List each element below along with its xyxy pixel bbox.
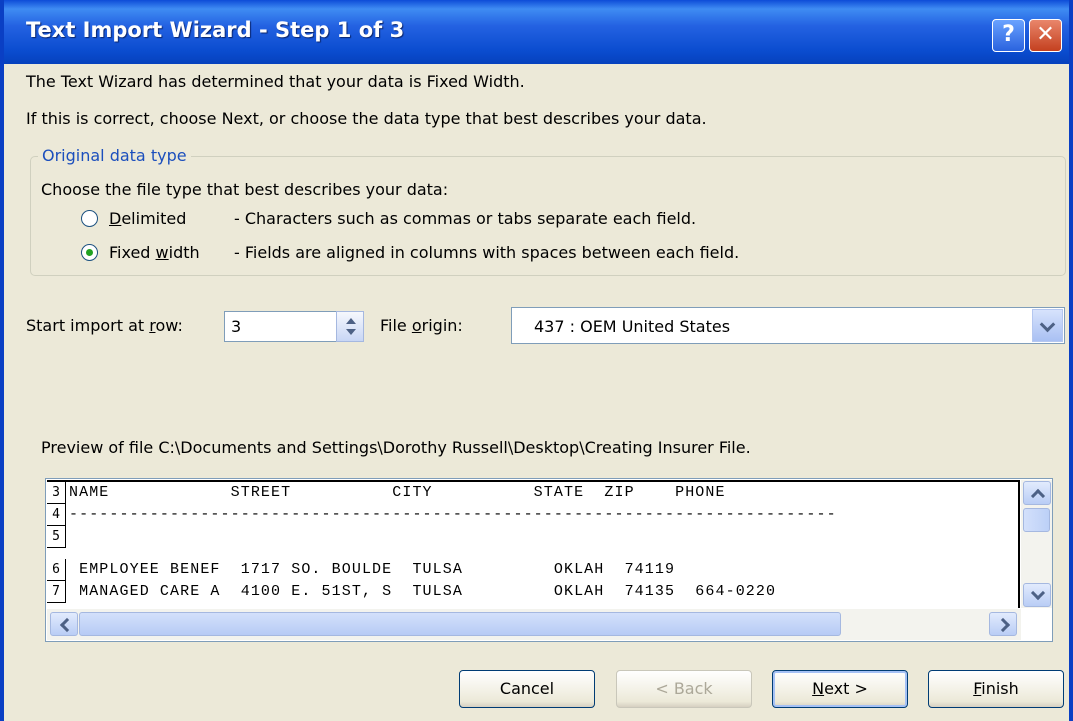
close-icon: ✕ <box>1036 22 1055 47</box>
start-import-row-label: Start import at row: <box>26 316 183 335</box>
preview-row: 6 EMPLOYEE BENEF 1717 SO. BOULDE TULSA O… <box>47 559 1018 581</box>
fixed-width-radio[interactable] <box>81 244 98 261</box>
data-preview-pane[interactable]: 3 NAME STREET CITY STATE ZIP PHONE 4 ---… <box>45 478 1053 642</box>
delimited-label[interactable]: Delimited <box>109 209 186 228</box>
back-button[interactable]: < Back <box>616 670 752 708</box>
scroll-right-button[interactable] <box>989 612 1017 636</box>
file-origin-select[interactable]: 437 : OEM United States <box>511 307 1065 344</box>
close-button[interactable]: ✕ <box>1029 19 1062 52</box>
file-origin-value: 437 : OEM United States <box>534 317 731 336</box>
horizontal-scroll-thumb[interactable] <box>79 612 841 636</box>
row-text: ----------------------------------------… <box>69 506 837 523</box>
start-import-row-input[interactable]: 3 <box>224 311 340 342</box>
file-type-prompt: Choose the file type that best describes… <box>41 180 449 199</box>
help-icon: ? <box>1002 22 1015 47</box>
delimited-radio[interactable] <box>81 210 98 227</box>
file-origin-label: File origin: <box>380 316 463 335</box>
preview-row: 3 NAME STREET CITY STATE ZIP PHONE <box>47 482 1018 504</box>
fixed-width-description: - Fields are aligned in columns with spa… <box>234 243 740 262</box>
row-text: MANAGED CARE A 4100 E. 51ST, S TULSA OKL… <box>69 583 777 600</box>
preview-horizontal-scrollbar[interactable] <box>47 609 1021 640</box>
scroll-up-button[interactable] <box>1023 481 1051 505</box>
spin-up-icon[interactable] <box>346 318 356 324</box>
row-number: 7 <box>47 581 66 603</box>
delimited-description: - Characters such as commas or tabs sepa… <box>234 209 697 228</box>
chevron-right-icon <box>995 617 1011 633</box>
row-number: 4 <box>47 504 66 526</box>
scroll-left-button[interactable] <box>50 612 78 636</box>
chevron-down-icon <box>1039 316 1056 333</box>
next-button[interactable]: Next > <box>772 670 908 708</box>
row-number: 3 <box>47 482 66 504</box>
help-button[interactable]: ? <box>992 19 1025 52</box>
finish-button[interactable]: Finish <box>928 670 1064 708</box>
fixed-width-label[interactable]: Fixed width <box>109 243 200 262</box>
preview-row: 4 --------------------------------------… <box>47 504 1018 526</box>
vertical-scroll-thumb[interactable] <box>1023 508 1050 532</box>
chevron-up-icon <box>1030 488 1046 504</box>
chevron-left-icon <box>59 617 75 633</box>
intro-line-2: If this is correct, choose Next, or choo… <box>26 109 707 128</box>
group-label-original-data-type: Original data type <box>38 146 191 165</box>
file-origin-dropdown-button[interactable] <box>1032 309 1063 342</box>
intro-line-1: The Text Wizard has determined that your… <box>26 72 525 91</box>
spin-down-icon[interactable] <box>346 329 356 335</box>
preview-row: 5 <box>47 526 1018 548</box>
cancel-button[interactable]: Cancel <box>459 670 595 708</box>
start-row-spinner[interactable] <box>336 311 364 342</box>
preview-vertical-scrollbar[interactable] <box>1021 480 1052 608</box>
preview-grid: 3 NAME STREET CITY STATE ZIP PHONE 4 ---… <box>47 480 1020 608</box>
title-bar[interactable]: Text Import Wizard - Step 1 of 3 ? ✕ <box>4 0 1069 64</box>
text-import-wizard-dialog: Text Import Wizard - Step 1 of 3 ? ✕ The… <box>0 0 1073 721</box>
chevron-down-icon <box>1030 585 1046 601</box>
row-number: 6 <box>47 559 66 581</box>
row-text: EMPLOYEE BENEF 1717 SO. BOULDE TULSA OKL… <box>69 561 676 578</box>
radio-selected-dot <box>86 249 93 256</box>
preview-label: Preview of file C:\Documents and Setting… <box>41 438 751 457</box>
window-title: Text Import Wizard - Step 1 of 3 <box>26 18 405 42</box>
row-text: NAME STREET CITY STATE ZIP PHONE <box>69 484 726 501</box>
preview-row: 7 MANAGED CARE A 4100 E. 51ST, S TULSA O… <box>47 581 1018 603</box>
scroll-down-button[interactable] <box>1023 583 1051 607</box>
row-number: 5 <box>47 526 66 548</box>
